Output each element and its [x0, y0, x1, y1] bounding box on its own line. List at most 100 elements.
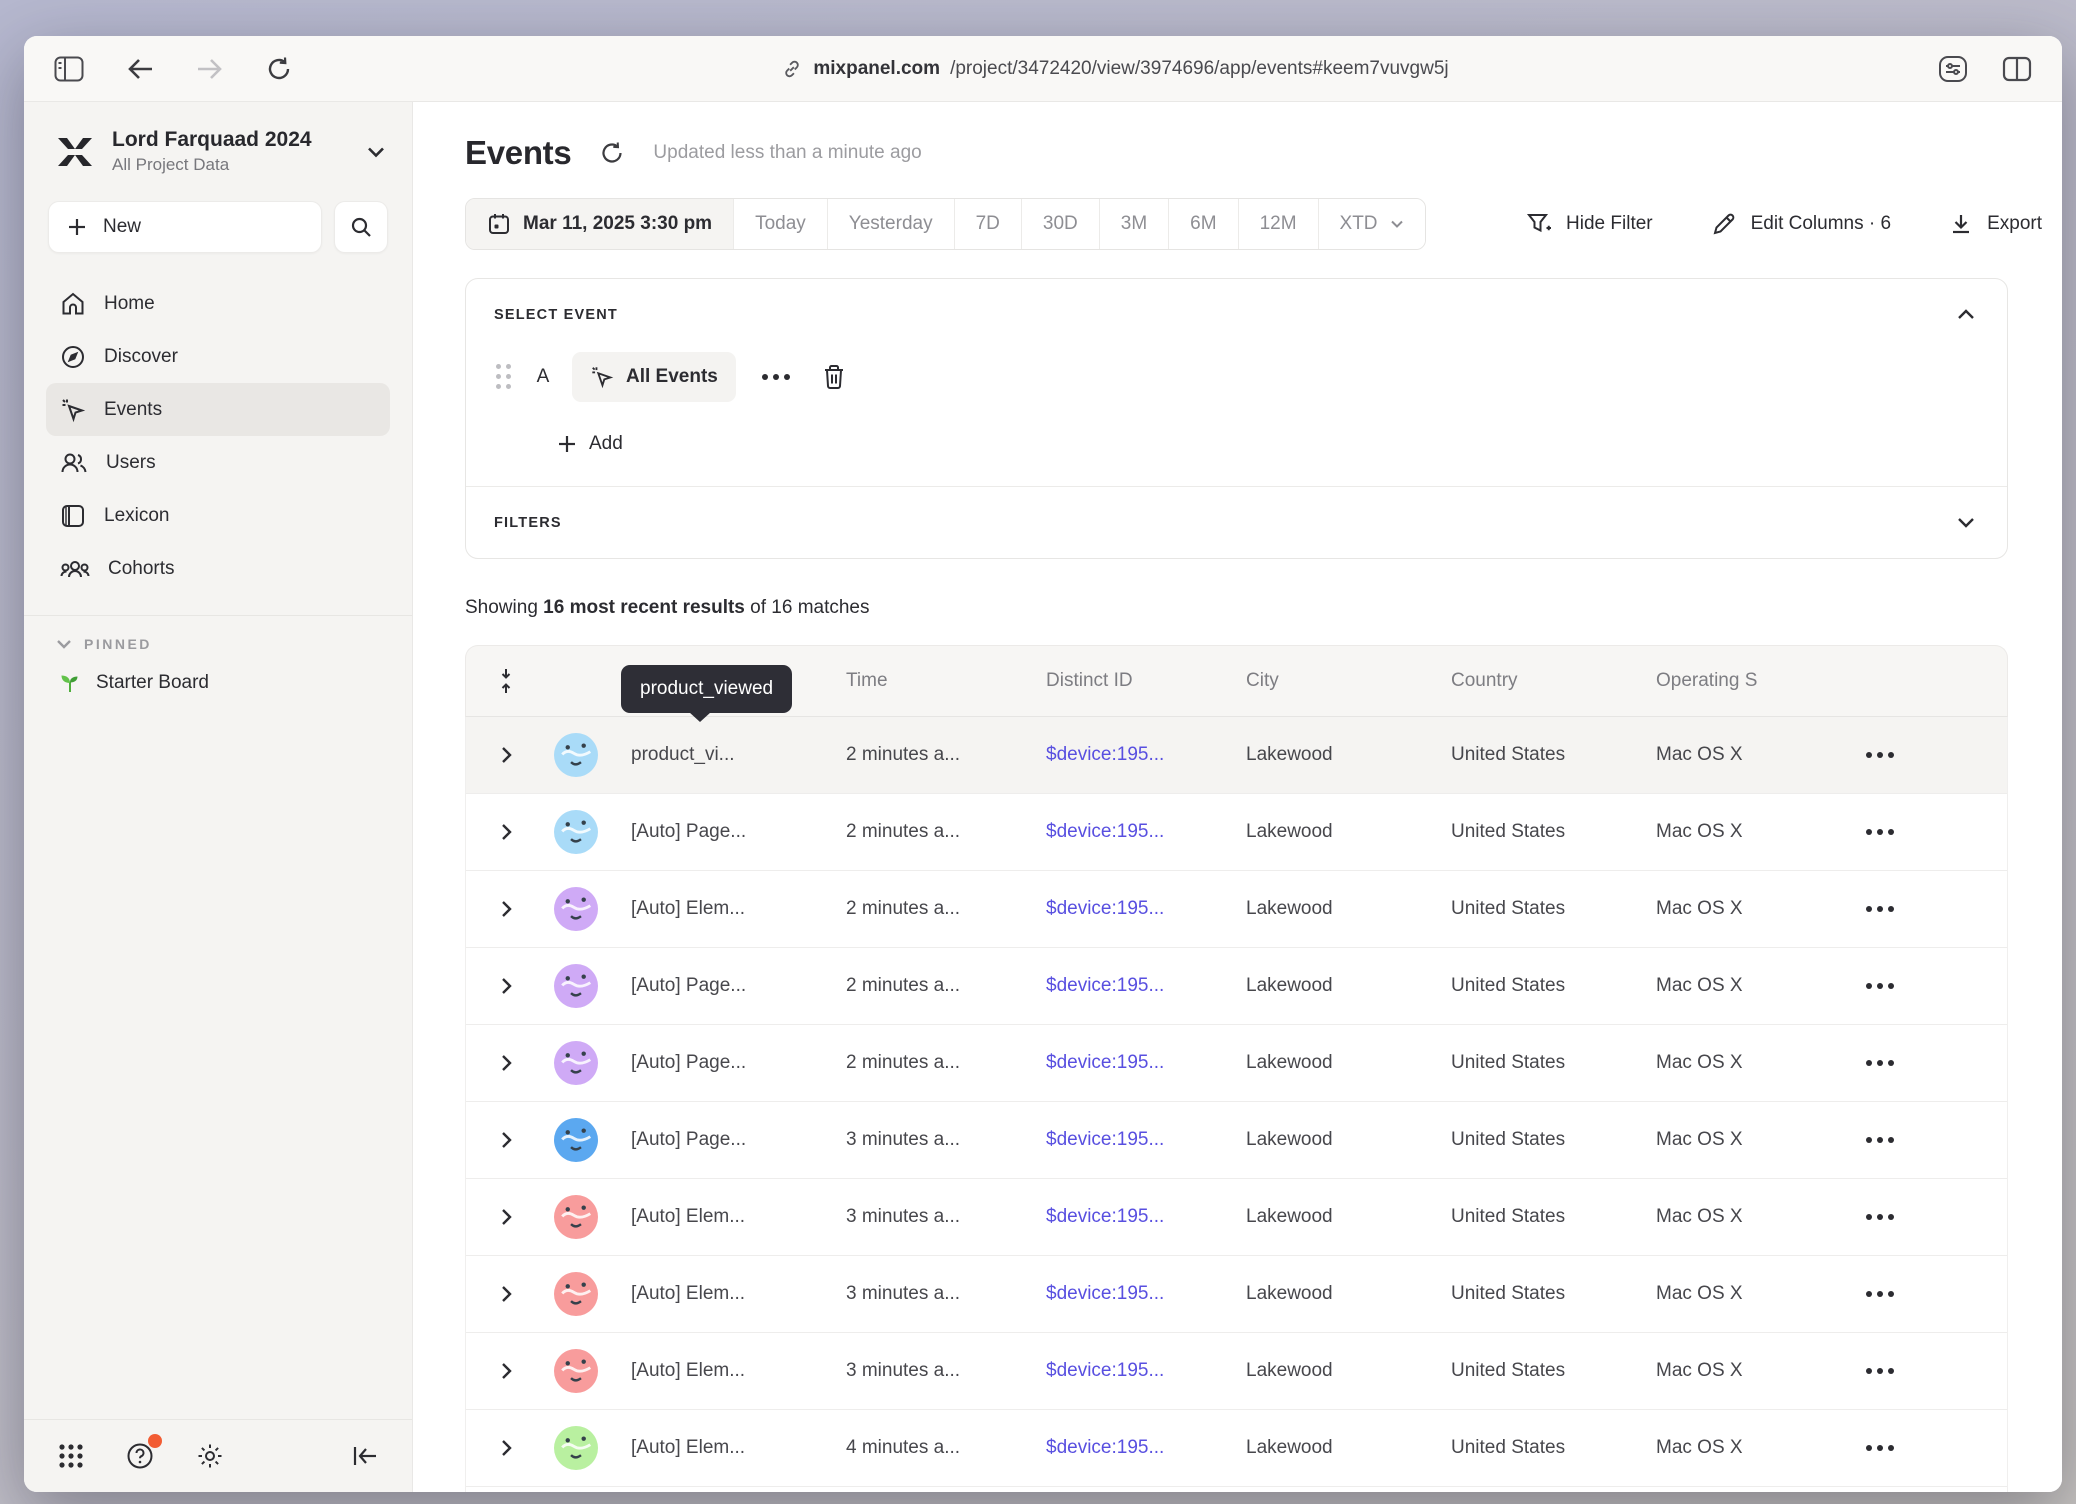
help-button[interactable]	[122, 1438, 158, 1474]
settings-button[interactable]	[192, 1438, 228, 1474]
expand-filters-button[interactable]	[1953, 513, 1979, 532]
split-view-button[interactable]	[1998, 52, 2036, 86]
row-actions-button[interactable]	[1856, 1367, 1900, 1375]
sidebar-item-events[interactable]: Events	[46, 383, 390, 436]
cell-os: Mac OS X	[1656, 1206, 1856, 1228]
row-actions-button[interactable]	[1856, 751, 1900, 759]
cell-event-name: [Auto] Page...	[631, 1052, 846, 1074]
page-settings-button[interactable]	[1934, 51, 1972, 87]
expand-row-button[interactable]	[495, 1356, 518, 1386]
range-7d[interactable]: 7D	[955, 199, 1022, 249]
expand-row-button[interactable]	[495, 1279, 518, 1309]
expand-row-button[interactable]	[495, 1048, 518, 1078]
sort-time-button[interactable]	[493, 664, 519, 698]
cell-distinct-id[interactable]: $device:195...	[1046, 1437, 1246, 1459]
expand-row-button[interactable]	[495, 1202, 518, 1232]
table-row[interactable]: [Auto] Page... 2 minutes a... $device:19…	[466, 948, 2007, 1025]
drag-handle[interactable]	[494, 362, 514, 392]
search-button[interactable]	[334, 201, 388, 253]
sidebar-item-home[interactable]: Home	[46, 277, 390, 330]
date-picker[interactable]: Mar 11, 2025 3:30 pm	[466, 199, 734, 249]
cell-distinct-id[interactable]: $device:195...	[1046, 1129, 1246, 1151]
table-row[interactable]: [Auto] Page... 2 minutes a... $device:19…	[466, 794, 2007, 871]
sidebar-item-lexicon[interactable]: Lexicon	[46, 489, 390, 542]
edit-columns-button[interactable]: Edit Columns · 6	[1705, 210, 1897, 238]
expand-row-button[interactable]	[495, 894, 518, 924]
row-actions-button[interactable]	[1856, 1213, 1900, 1221]
delete-clause-button[interactable]	[816, 358, 852, 396]
hide-filter-button[interactable]: Hide Filter	[1520, 210, 1659, 238]
forward-button[interactable]	[192, 53, 228, 85]
row-actions-button[interactable]	[1856, 1290, 1900, 1298]
table-row[interactable]: [Auto] Elem... 3 minutes a... $device:19…	[466, 1256, 2007, 1333]
table-row[interactable]: [Auto] Elem... 2 minutes a... $device:19…	[466, 871, 2007, 948]
select-event-section: SELECT EVENT A All Events	[466, 279, 2007, 486]
table-row[interactable]: [Auto] Page... 2 minutes a... $device:19…	[466, 1025, 2007, 1102]
cell-city: Lakewood	[1246, 1052, 1451, 1074]
cell-event-name: [Auto] Page...	[631, 821, 846, 843]
url-path: /project/3472420/view/3974696/app/events…	[950, 58, 1449, 80]
clause-more-button[interactable]	[756, 368, 796, 386]
row-actions-button[interactable]	[1856, 1136, 1900, 1144]
table-row[interactable]: [Auto] Elem... 3 minutes a... $device:19…	[466, 1179, 2007, 1256]
range-today[interactable]: Today	[734, 199, 828, 249]
add-event-button[interactable]: Add	[552, 432, 629, 456]
range-12m[interactable]: 12M	[1239, 199, 1319, 249]
ellipsis-icon	[1866, 906, 1894, 912]
sidebar-item-starter-board[interactable]: Starter Board	[46, 658, 390, 708]
range-30d[interactable]: 30D	[1022, 199, 1100, 249]
expand-row-button[interactable]	[495, 817, 518, 847]
notification-dot	[148, 1434, 162, 1448]
cell-distinct-id[interactable]: $device:195...	[1046, 1283, 1246, 1305]
project-switcher[interactable]: Lord Farquaad 2024 All Project Data	[46, 102, 390, 185]
expand-row-button[interactable]	[495, 1433, 518, 1463]
row-actions-button[interactable]	[1856, 1059, 1900, 1067]
table-row[interactable]: product_vi... 2 minutes a... $device:195…	[466, 717, 2007, 794]
cell-distinct-id[interactable]: $device:195...	[1046, 744, 1246, 766]
collapse-sidebar-button[interactable]	[348, 1440, 382, 1472]
table-row[interactable]: [Auto] Page... 3 minutes a... $device:19…	[466, 1102, 2007, 1179]
collapse-left-icon	[352, 1444, 378, 1468]
expand-row-button[interactable]	[495, 740, 518, 770]
table-row[interactable]: [Auto] Elem... 4 minutes a... $device:19…	[466, 1410, 2007, 1487]
back-button[interactable]	[122, 53, 158, 85]
chevron-down-icon	[1957, 517, 1975, 528]
new-button[interactable]: New	[48, 201, 322, 253]
pinned-section-header[interactable]: PINNED	[56, 636, 384, 652]
cell-distinct-id[interactable]: $device:195...	[1046, 1360, 1246, 1382]
row-actions-button[interactable]	[1856, 905, 1900, 913]
row-actions-button[interactable]	[1856, 982, 1900, 990]
cell-distinct-id[interactable]: $device:195...	[1046, 1052, 1246, 1074]
avatar-face-icon	[554, 1426, 598, 1470]
ellipsis-icon	[1866, 1368, 1894, 1374]
sidebar-item-cohorts[interactable]: Cohorts	[46, 542, 390, 595]
export-button[interactable]: Export	[1943, 211, 2048, 237]
cell-distinct-id[interactable]: $device:195...	[1046, 821, 1246, 843]
table-row[interactable]: [Auto] Elem... 4 minutes a... $device:19…	[466, 1487, 2007, 1492]
range-xtd[interactable]: XTD	[1319, 199, 1425, 249]
row-actions-button[interactable]	[1856, 828, 1900, 836]
collapse-select-event-button[interactable]	[1953, 305, 1979, 324]
cell-time: 2 minutes a...	[846, 1052, 1046, 1074]
table-row[interactable]: [Auto] Elem... 3 minutes a... $device:19…	[466, 1333, 2007, 1410]
event-selector[interactable]: All Events	[572, 352, 736, 402]
range-yesterday[interactable]: Yesterday	[828, 199, 955, 249]
sidebar-item-users[interactable]: Users	[46, 436, 390, 489]
reload-button[interactable]	[262, 52, 296, 86]
sidebar-item-discover[interactable]: Discover	[46, 330, 390, 383]
expand-row-button[interactable]	[495, 1125, 518, 1155]
cell-distinct-id[interactable]: $device:195...	[1046, 975, 1246, 997]
row-actions-button[interactable]	[1856, 1444, 1900, 1452]
export-label: Export	[1987, 213, 2042, 235]
cell-os: Mac OS X	[1656, 898, 1856, 920]
range-6m[interactable]: 6M	[1169, 199, 1238, 249]
range-3m[interactable]: 3M	[1100, 199, 1169, 249]
cell-distinct-id[interactable]: $device:195...	[1046, 898, 1246, 920]
expand-row-button[interactable]	[495, 971, 518, 1001]
grid-icon	[58, 1443, 84, 1469]
refresh-button[interactable]	[597, 138, 627, 168]
sidebar-toggle-button[interactable]	[50, 52, 88, 86]
apps-grid-button[interactable]	[54, 1439, 88, 1473]
url-bar[interactable]: mixpanel.com/project/3472420/view/397469…	[296, 58, 1934, 80]
cell-distinct-id[interactable]: $device:195...	[1046, 1206, 1246, 1228]
